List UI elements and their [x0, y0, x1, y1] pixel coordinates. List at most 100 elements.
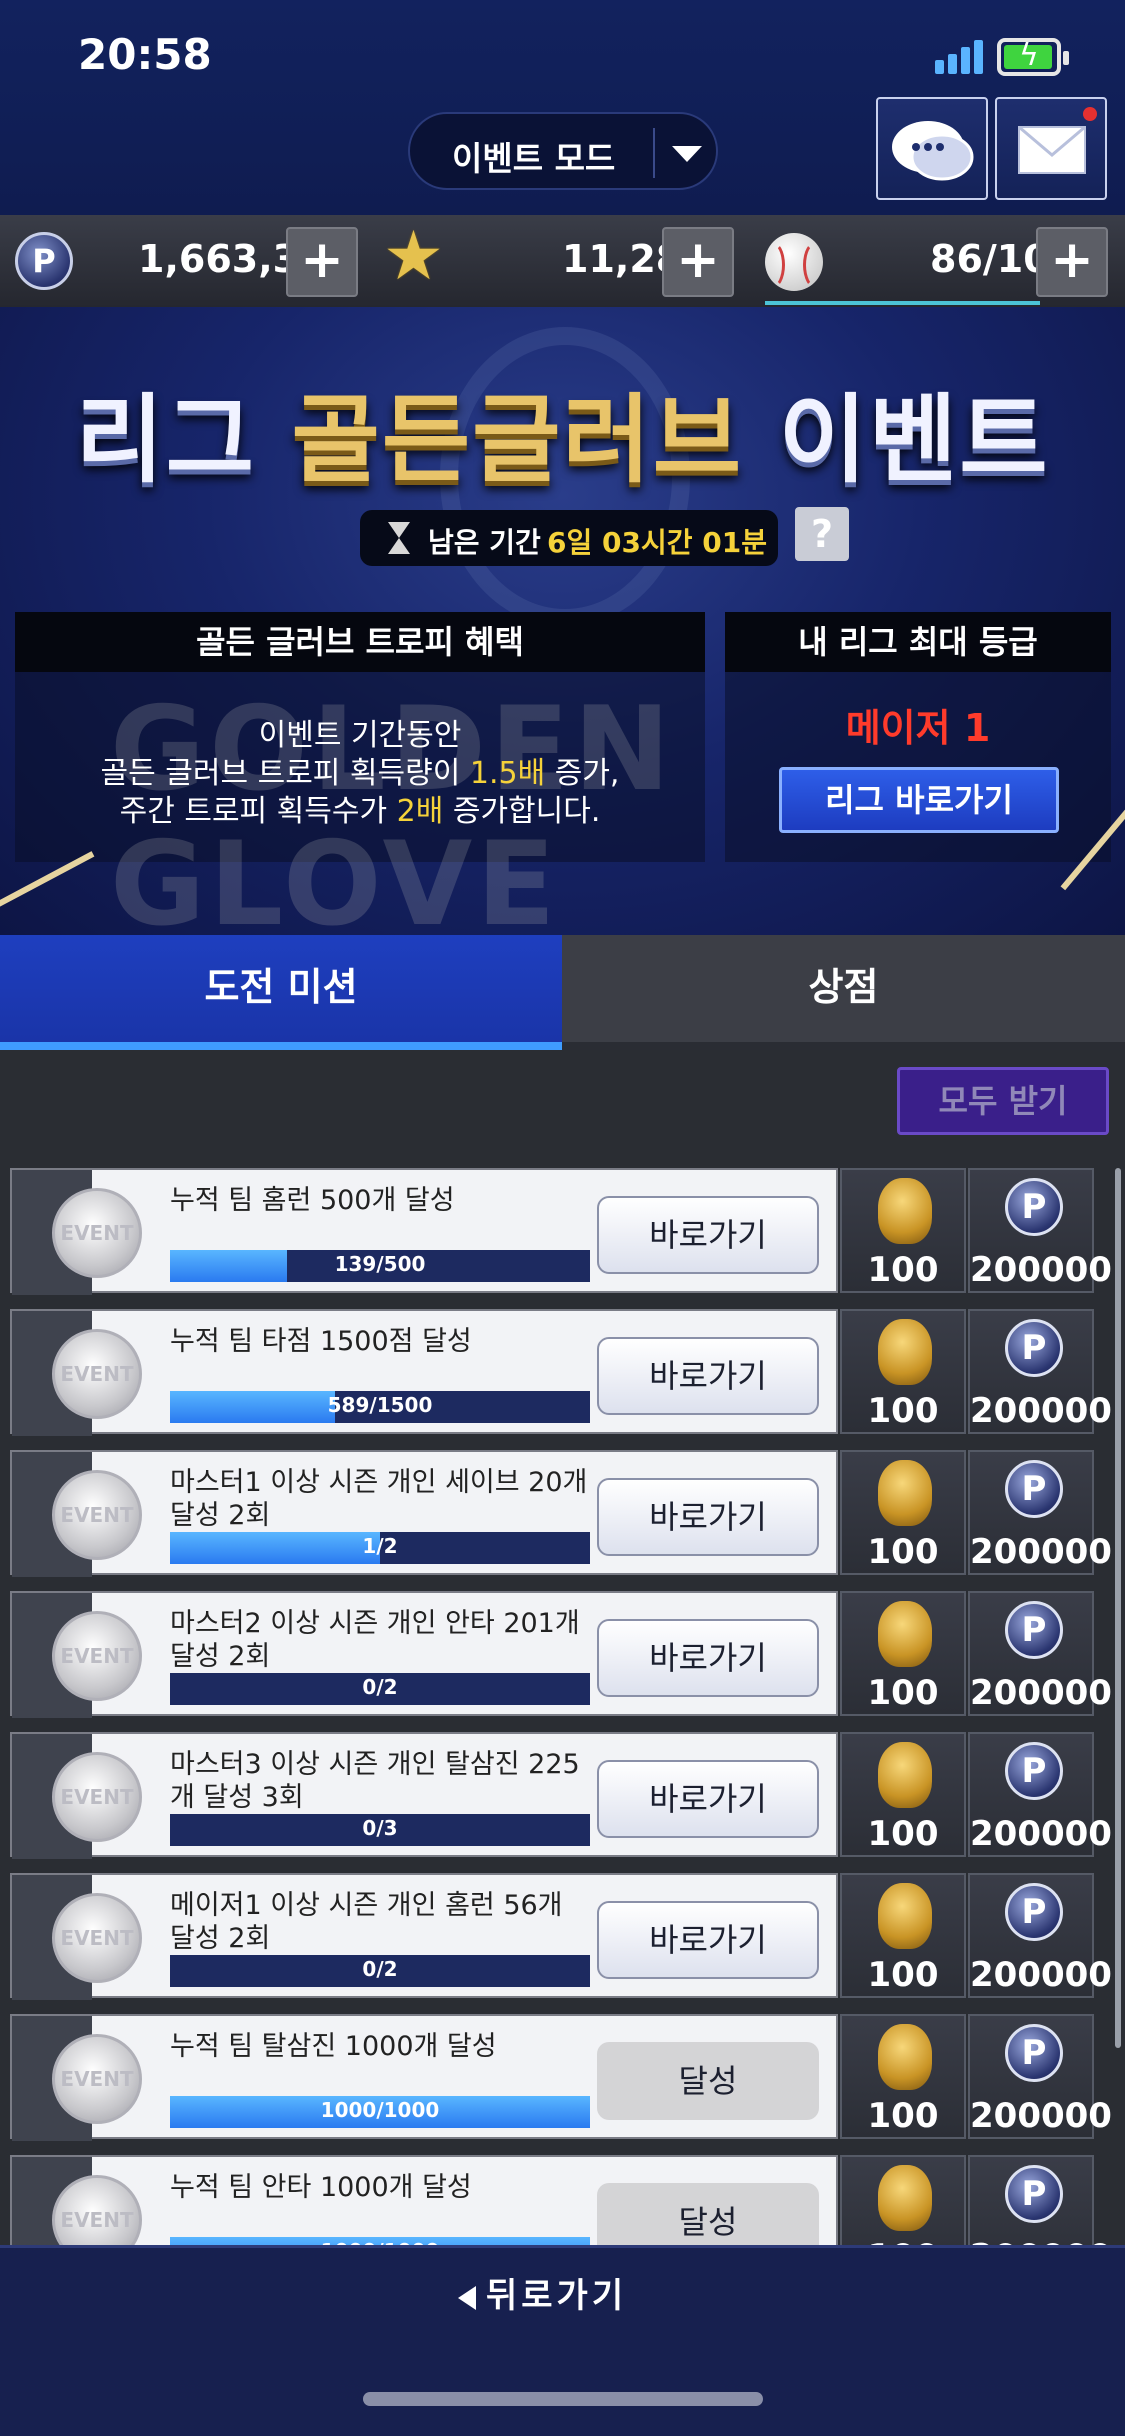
- add-baseball-button[interactable]: +: [1036, 227, 1108, 297]
- reward-glove-amount: 100: [867, 1673, 939, 1713]
- back-button[interactable]: 뒤로가기: [458, 2268, 627, 2317]
- progress-bar: 1/2: [170, 1532, 590, 1564]
- title-part-1: 리그: [75, 384, 257, 496]
- completed-button[interactable]: 달성: [597, 2042, 819, 2120]
- reward-glove: 100: [840, 2155, 966, 2245]
- p-coin-icon: P: [1005, 1460, 1063, 1518]
- reward-p-coin: P 200000: [968, 1732, 1112, 1857]
- golden-glove-icon: [878, 2024, 932, 2090]
- event-badge-icon: EVENT: [52, 1329, 142, 1419]
- event-badge-icon: EVENT: [52, 1188, 142, 1278]
- league-go-button[interactable]: 리그 바로가기: [779, 767, 1059, 833]
- mission-text: 누적 팀 안타 1000개 달성: [170, 2172, 472, 2203]
- progress-bar: 1000/1000: [170, 2237, 590, 2245]
- mode-label: 이벤트 모드: [452, 139, 616, 178]
- p-coin-icon: P: [1005, 1601, 1063, 1659]
- mail-button[interactable]: [995, 97, 1107, 200]
- mission-row: EVENT누적 팀 안타 1000개 달성1000/1000달성100P2000…: [10, 2155, 1112, 2245]
- baseball-icon: [765, 233, 823, 291]
- reward-glove: 100: [840, 1591, 966, 1716]
- mission-row: EVENT 마스터3 이상 시즌 개인 탈삼진 225개 달성 3회 0/3 바로가기…: [10, 1732, 1112, 1859]
- event-badge-icon: EVENT: [52, 1752, 142, 1842]
- golden-glove-icon: [878, 2165, 932, 2231]
- p-coin-icon: P: [1005, 1178, 1063, 1236]
- progress-text: 0/3: [362, 1816, 398, 1840]
- mission-card: EVENT 누적 팀 홈런 500개 달성 139/500 바로가기: [10, 1168, 838, 1295]
- mission-card: EVENT 누적 팀 타점 1500점 달성 589/1500 바로가기: [10, 1309, 838, 1436]
- progress-bar: 0/3: [170, 1814, 590, 1846]
- reward-p-coin: P 200000: [968, 1309, 1112, 1434]
- golden-glove-icon: [878, 1742, 932, 1808]
- reward-glove-amount: 100: [842, 2237, 964, 2245]
- chat-icon: [892, 121, 974, 181]
- tab-challenge-mission[interactable]: 도전 미션: [0, 935, 562, 1050]
- reward-p-amount: 200000: [970, 1814, 1112, 1854]
- mission-row: EVENT 메이저1 이상 시즌 개인 홈런 56개 달성 2회 0/2 바로가기 10…: [10, 1873, 1112, 2000]
- mission-row: EVENT 마스터2 이상 시즌 개인 안타 201개 달성 2회 0/2 바로가기 1…: [10, 1591, 1112, 1718]
- mission-text: 마스터1 이상 시즌 개인 세이브 20개 달성 2회: [170, 1467, 588, 1531]
- benefit-line-1: 이벤트 기간동안: [258, 718, 462, 753]
- progress-bar: 0/2: [170, 1673, 590, 1705]
- chevron-down-icon: [672, 146, 702, 162]
- bottom-bar: 뒤로가기: [0, 2245, 1125, 2436]
- my-grade-value: 메이저 1: [845, 706, 991, 750]
- chat-button[interactable]: [876, 97, 988, 200]
- event-badge-icon: EVENT: [52, 1893, 142, 1983]
- reward-p-amount: 200000: [970, 1250, 1112, 1290]
- currency-bar: P 1,663,343 + ★ 11,280 + 86/107 +: [0, 215, 1125, 307]
- mission-row: EVENT 누적 팀 홈런 500개 달성 139/500 바로가기 100 P 20000…: [10, 1168, 1112, 1295]
- go-button[interactable]: 바로가기: [597, 1901, 819, 1979]
- banner-title: 리그 골든글러브 이벤트: [0, 362, 1125, 501]
- claim-all-button[interactable]: 모두 받기: [897, 1067, 1109, 1135]
- progress-bar: 589/1500: [170, 1391, 590, 1423]
- completed-button[interactable]: 달성: [597, 2183, 819, 2245]
- mission-card: EVENT 마스터1 이상 시즌 개인 세이브 20개 달성 2회 1/2 바로가기: [10, 1450, 838, 1577]
- reward-p-coin: P 200000: [968, 2155, 1112, 2245]
- golden-glove-icon: [878, 1601, 932, 1667]
- progress-text: 1000/1000: [320, 2098, 440, 2122]
- star-icon: ★: [383, 217, 444, 296]
- mission-card: EVENT 누적 팀 탈삼진 1000개 달성 1000/1000 달성: [10, 2014, 838, 2141]
- reward-glove-amount: 100: [867, 2096, 939, 2136]
- mission-row: EVENT 누적 팀 타점 1500점 달성 589/1500 바로가기 100 P 200…: [10, 1309, 1112, 1436]
- p-coin-icon: P: [1005, 1319, 1063, 1377]
- progress-text: 139/500: [334, 1252, 426, 1276]
- reward-glove-amount: 100: [867, 1391, 939, 1431]
- mission-text: 메이저1 이상 시즌 개인 홈런 56개 달성 2회: [170, 1890, 563, 1954]
- go-button[interactable]: 바로가기: [597, 1337, 819, 1415]
- reward-p-amount: 200000: [970, 1391, 1112, 1431]
- progress-bar: 0/2: [170, 1955, 590, 1987]
- reward-p-amount: 200000: [970, 2096, 1112, 2136]
- event-banner: 리그 골든글러브 이벤트 남은 기간 6일 03시간 01분 ? 골든 글러브 …: [0, 307, 1125, 935]
- benefit-header: 골든 글러브 트로피 혜택: [15, 612, 705, 672]
- remaining-value: 6일 03시간 01분: [547, 526, 767, 559]
- reward-p-amount: 200000: [970, 1673, 1112, 1713]
- mission-list[interactable]: 모두 받기 EVENT 누적 팀 홈런 500개 달성 139/500 바로가기 100…: [0, 1050, 1125, 2245]
- go-button[interactable]: 바로가기: [597, 1619, 819, 1697]
- go-button[interactable]: 바로가기: [597, 1760, 819, 1838]
- reward-p-amount: 200000: [970, 2237, 1112, 2245]
- mode-dropdown[interactable]: 이벤트 모드: [408, 112, 718, 190]
- reward-glove: 100: [840, 1873, 966, 1998]
- add-p-coin-button[interactable]: +: [286, 227, 358, 297]
- p-coin-icon: P: [1005, 1883, 1063, 1941]
- reward-glove-amount: 100: [867, 1532, 939, 1572]
- tab-shop[interactable]: 상점: [562, 935, 1125, 1050]
- add-star-button[interactable]: +: [662, 227, 734, 297]
- golden-glove-icon: [878, 1178, 932, 1244]
- help-button[interactable]: ?: [795, 507, 849, 561]
- go-button[interactable]: 바로가기: [597, 1478, 819, 1556]
- scrollbar[interactable]: [1115, 1168, 1121, 2048]
- reward-glove-amount: 100: [867, 1955, 939, 1995]
- event-badge-icon: EVENT: [52, 1470, 142, 1560]
- golden-glove-icon: [878, 1883, 932, 1949]
- progress-text: 0/2: [362, 1957, 398, 1981]
- reward-p-coin: P 200000: [968, 1591, 1112, 1716]
- mission-card: EVENT 메이저1 이상 시즌 개인 홈런 56개 달성 2회 0/2 바로가기: [10, 1873, 838, 2000]
- benefit-line-2: 골든 글러브 트로피 획득량이 1.5배 증가,: [100, 756, 620, 791]
- home-indicator[interactable]: [363, 2392, 763, 2406]
- reward-p-coin: P 200000: [968, 1450, 1112, 1575]
- progress-bar: 139/500: [170, 1250, 590, 1282]
- go-button[interactable]: 바로가기: [597, 1196, 819, 1274]
- reward-p-coin: P 200000: [968, 1873, 1112, 1998]
